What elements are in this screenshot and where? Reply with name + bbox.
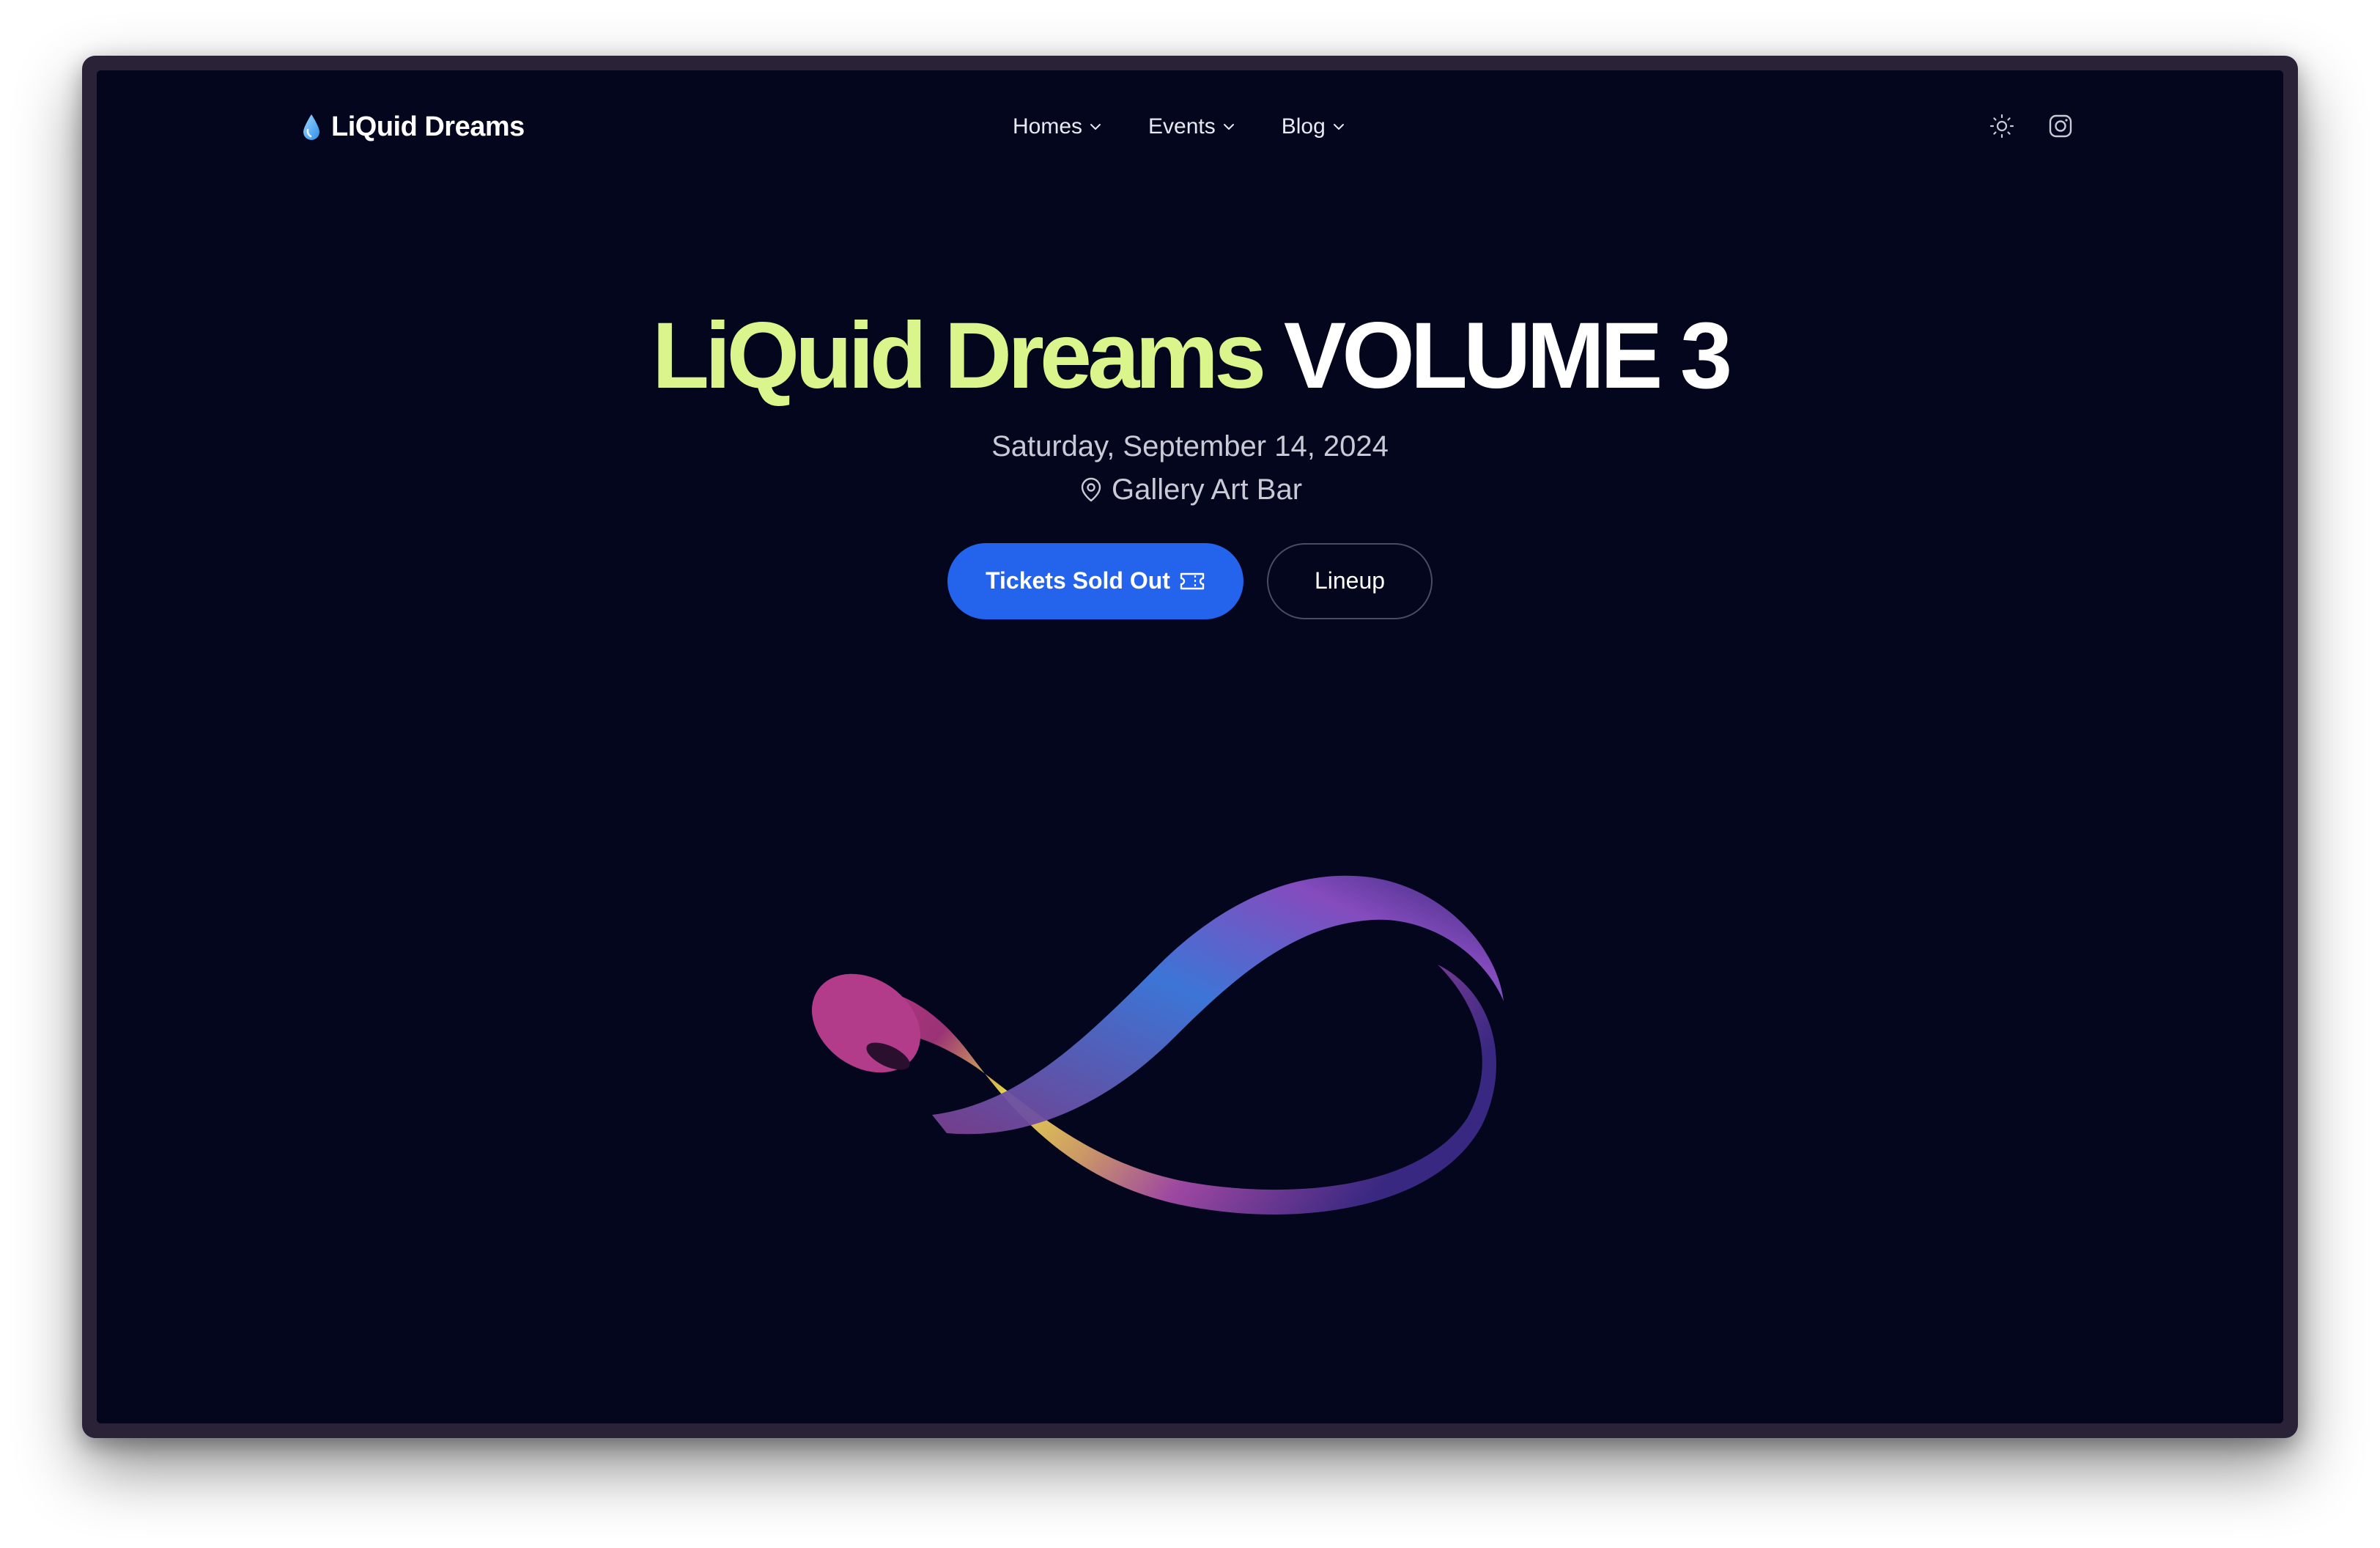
- lineup-button[interactable]: Lineup: [1267, 542, 1433, 619]
- liquid-ribbon-artwork: [811, 875, 1504, 1215]
- sun-icon[interactable]: [1989, 113, 2015, 139]
- menu-item-label: Homes: [1013, 114, 1083, 139]
- logo-link[interactable]: LiQuid Dreams: [302, 111, 525, 143]
- droplet-icon: [303, 114, 319, 140]
- chevron-down-icon: [1090, 124, 1101, 130]
- tickets-button[interactable]: Tickets Sold Out: [947, 542, 1243, 619]
- top-nav: LiQuid Dreams Homes Events Blog: [97, 70, 2283, 180]
- hero-title: LiQuid Dreams VOLUME 3: [97, 303, 2283, 408]
- browser-window: LiQuid Dreams Homes Events Blog LiQuid D…: [82, 56, 2298, 1438]
- page-screen: LiQuid Dreams Homes Events Blog LiQuid D…: [97, 70, 2283, 1423]
- tickets-button-label: Tickets Sold Out: [986, 567, 1170, 594]
- map-pin-icon: [1081, 478, 1101, 502]
- chevron-down-icon: [1223, 124, 1234, 130]
- event-date: Saturday, September 14, 2024: [991, 430, 1389, 462]
- instagram-icon[interactable]: [2047, 113, 2074, 139]
- hero-section: LiQuid Dreams VOLUME 3 Saturday, Septemb…: [97, 303, 2283, 619]
- hero-actions: Tickets Sold Out Lineup: [97, 542, 2283, 619]
- chevron-down-icon: [1333, 124, 1344, 130]
- menu-item-blog[interactable]: Blog: [1282, 114, 1345, 139]
- menu-item-homes[interactable]: Homes: [1013, 114, 1101, 139]
- event-venue: Gallery Art Bar: [97, 473, 2283, 506]
- hero-title-volume: VOLUME 3: [1283, 303, 1732, 408]
- nav-icons: [1989, 113, 2074, 139]
- menu-item-events[interactable]: Events: [1148, 114, 1235, 139]
- main-menu: Homes Events Blog: [1013, 114, 1345, 139]
- logo-text: LiQuid Dreams: [331, 111, 525, 142]
- hero-title-accent: LiQuid Dreams: [651, 303, 1266, 408]
- menu-item-label: Events: [1148, 114, 1216, 139]
- event-venue-name: Gallery Art Bar: [1111, 473, 1303, 506]
- ticket-icon: [1180, 572, 1205, 589]
- menu-item-label: Blog: [1281, 114, 1326, 139]
